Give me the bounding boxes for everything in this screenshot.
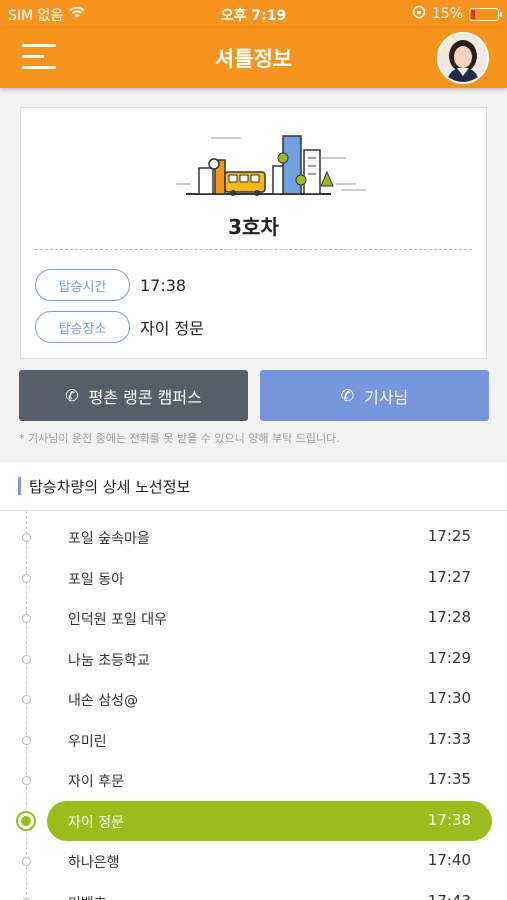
stop-dot-icon: [22, 573, 31, 583]
city-bus-illustration: [171, 128, 371, 203]
route-header: 탑승차량의 상세 노선정보: [0, 462, 507, 511]
stop-name: 우미린: [68, 733, 107, 750]
stop-time: 17:25: [427, 527, 471, 545]
route-stop[interactable]: 하나은행 17:40: [0, 841, 507, 881]
shuttle-info-card: 3호차 탑승시간 17:38 탑승장소 자이 정문: [20, 107, 487, 359]
phone-icon: ✆: [340, 386, 355, 405]
route-stop[interactable]: 자이 후문 17:35: [0, 760, 507, 800]
stop-name: 포일 숲속마을: [68, 531, 150, 547]
battery-icon: [469, 7, 502, 21]
stop-time: 17:35: [427, 770, 471, 788]
stop-time: 17:28: [427, 608, 471, 626]
route-stop[interactable]: 내손 삼성@ 17:30: [0, 679, 507, 719]
boarding-time-label: 탑승시간: [35, 269, 130, 301]
stop-dot-icon: [22, 735, 31, 745]
stop-time: 17:43: [428, 892, 471, 900]
stop-time: 17:29: [427, 648, 471, 667]
route-title: 탑승차량의 상세 노선정보: [29, 477, 191, 496]
phone-icon: ✆: [65, 386, 79, 405]
route-stop-current[interactable]: 자이 정문 17:38: [0, 800, 507, 841]
boarding-time-value: 17:38: [140, 275, 187, 295]
stop-name: 포일 동아: [68, 571, 124, 588]
stop-time: 17:38: [427, 810, 471, 829]
call-driver-label: 기사님: [364, 387, 409, 407]
stop-time: 17:27: [427, 567, 471, 586]
call-notice: * 기사님이 운전 중에는 전화를 못 받을 수 있으니 양해 부탁 드립니다.: [19, 432, 340, 445]
stop-time: 17:33: [427, 729, 471, 748]
page-title: 셔틀정보: [214, 47, 293, 71]
boarding-place-value: 자이 정문: [140, 319, 204, 338]
call-driver-button[interactable]: ✆ 기사님: [260, 370, 489, 421]
nav-bar: 셔틀정보: [0, 28, 507, 88]
call-campus-button[interactable]: ✆ 평촌 랭콘 캠퍼스: [19, 370, 248, 421]
route-stop[interactable]: 우미린 17:33: [0, 720, 507, 760]
stop-name: 자이 정문: [68, 814, 124, 831]
route-section: 탑승차량의 상세 노선정보 포일 숲속마을 17:25 포일 동아 17:27 인덕원 …: [0, 462, 507, 900]
card-divider: [35, 249, 472, 250]
stop-dot-icon: [22, 857, 31, 866]
stop-time: 17:40: [427, 851, 471, 869]
stop-dot-icon: [22, 533, 31, 542]
stop-dot-icon: [22, 695, 31, 704]
stop-name: 미백초: [68, 893, 107, 900]
stop-dot-icon: [22, 776, 31, 785]
avatar[interactable]: [437, 32, 489, 84]
route-stop[interactable]: 나눔 초등학교 17:29: [0, 639, 507, 679]
stop-dot-icon: [22, 614, 31, 623]
stop-time: 17:30: [427, 689, 471, 707]
stop-name: 내손 삼성@: [68, 693, 138, 709]
stop-dot-icon: [16, 810, 36, 831]
route-stop[interactable]: 포일 숲속마을 17:25: [0, 517, 507, 557]
bus-name: 3호차: [228, 215, 279, 239]
boarding-time-row: 탑승시간 17:38: [35, 269, 186, 301]
route-stop[interactable]: 포일 동아 17:27: [0, 558, 507, 598]
stop-name: 하나은행: [68, 855, 120, 871]
stop-dot-icon: [22, 654, 31, 664]
route-stop[interactable]: 미백초 17:43: [0, 882, 507, 900]
boarding-place-row: 탑승장소 자이 정문: [35, 311, 204, 343]
call-campus-label: 평촌 랭콘 캠퍼스: [88, 387, 202, 407]
route-stop[interactable]: 인덕원 포일 대우 17:28: [0, 598, 507, 638]
stop-name: 인덕원 포일 대우: [68, 612, 168, 628]
stop-name: 자이 후문: [68, 774, 124, 790]
rotation-lock-icon: [412, 5, 426, 23]
battery-percent: 15%: [431, 6, 463, 22]
section-marker: [18, 477, 21, 495]
status-bar: SIM 없음 오후 7:19 15%: [0, 0, 507, 28]
stop-name: 나눔 초등학교: [68, 652, 150, 669]
boarding-place-label: 탑승장소: [35, 311, 130, 343]
